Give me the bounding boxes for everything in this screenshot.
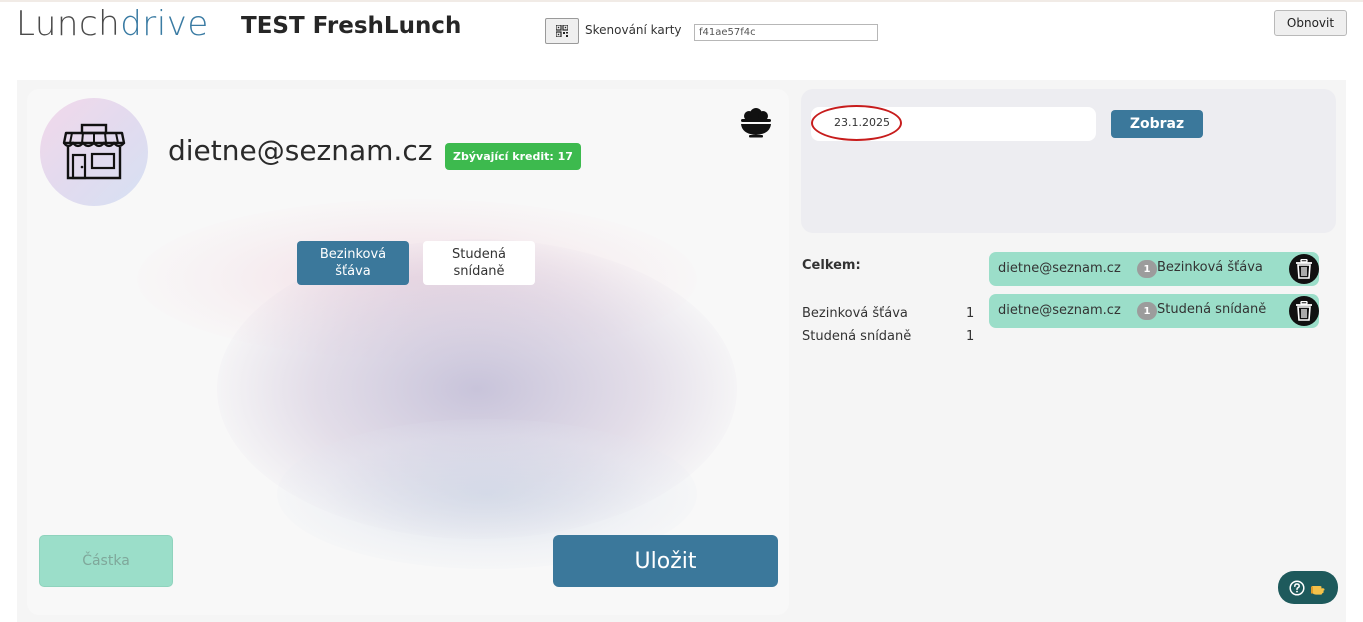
order-row: dietne@seznam.cz 1 Bezinková šťáva (989, 252, 1319, 286)
store-icon (62, 123, 126, 180)
summary-item-qty: 1 (966, 329, 975, 344)
show-button[interactable]: Zobraz (1111, 110, 1203, 138)
summary-title: Celkem: (802, 258, 861, 273)
order-email: dietne@seznam.cz (998, 303, 1121, 318)
order-qty-badge: 1 (1137, 302, 1157, 320)
order-email: dietne@seznam.cz (998, 261, 1121, 276)
credit-badge: Zbývající kredit: 17 (445, 143, 581, 170)
trash-icon[interactable] (1289, 254, 1319, 284)
order-row: dietne@seznam.cz 1 Studená snídaně (989, 294, 1319, 328)
order-item-name: Studená snídaně (1157, 302, 1267, 317)
summary-item-name: Bezinková šťáva (802, 306, 908, 321)
question-circle-icon (1289, 579, 1305, 596)
save-button[interactable]: Uložit (553, 535, 778, 587)
help-widget-button[interactable] (1278, 571, 1338, 604)
pointing-hand-icon (1311, 585, 1325, 595)
amount-button[interactable]: Částka (39, 535, 173, 587)
order-item-name: Bezinková šťáva (1157, 260, 1263, 275)
date-highlight-ring (811, 105, 902, 141)
item-button-studena-snidane[interactable]: Studená snídaně (423, 241, 535, 285)
order-qty-badge: 1 (1137, 260, 1157, 278)
summary-item-qty: 1 (966, 306, 975, 321)
logo-text-drive: drive (120, 4, 209, 44)
avatar (40, 98, 148, 206)
refresh-button[interactable]: Obnovit (1274, 10, 1347, 36)
trash-icon[interactable] (1289, 296, 1319, 326)
card-scan-label: Skenování karty (585, 23, 682, 37)
item-button-bezinkova-stava[interactable]: Bezinková šťáva (297, 241, 409, 285)
app-title: TEST FreshLunch (241, 13, 462, 39)
qr-scan-button[interactable] (545, 18, 579, 44)
summary-item-name: Studená snídaně (802, 329, 912, 344)
food-bowl-icon[interactable] (739, 108, 773, 142)
qr-code-icon (556, 25, 568, 37)
logo-text-lunch: Lunch (16, 4, 121, 44)
top-border (0, 0, 1363, 2)
lunchdrive-logo[interactable]: Lunchdrive (16, 4, 209, 44)
customer-email: dietne@seznam.cz (168, 134, 433, 167)
card-scan-input[interactable] (694, 24, 878, 41)
